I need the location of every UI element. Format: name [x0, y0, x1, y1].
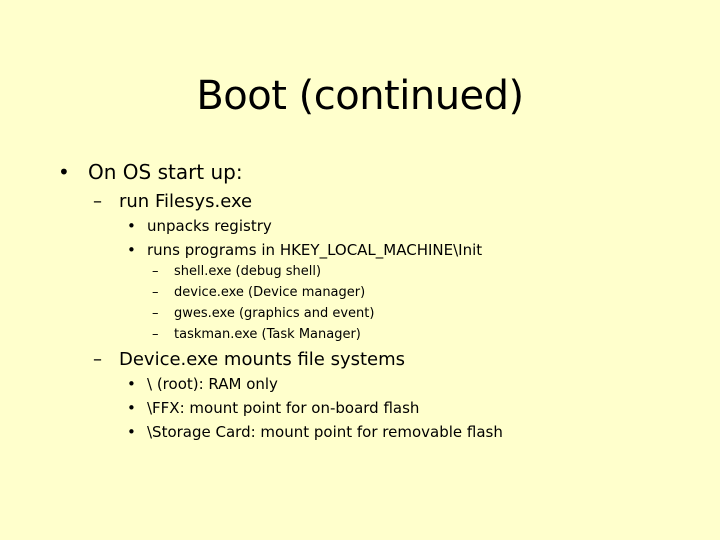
dash-marker: – [152, 306, 159, 321]
dash-marker: – [152, 327, 159, 342]
bullet-item-level4: – device.exe (Device manager) [152, 284, 366, 302]
bullet-marker: • [127, 217, 136, 235]
dash-marker: – [93, 349, 102, 370]
bullet-item-level2: – Device.exe mounts file systems [93, 348, 406, 372]
dash-marker: – [93, 191, 102, 212]
bullet-item-level2: – run Filesys.exe [93, 190, 253, 214]
bullet-marker: • [127, 241, 136, 259]
bullet-text: runs programs in HKEY_LOCAL_MACHINE\Init [147, 241, 483, 259]
dash-marker: – [152, 264, 159, 279]
bullet-item-level3: • runs programs in HKEY_LOCAL_MACHINE\In… [127, 240, 483, 260]
bullet-item-level3: • unpacks registry [127, 216, 272, 236]
bullet-text: Device.exe mounts file systems [119, 349, 406, 370]
bullet-item-level4: – shell.exe (debug shell) [152, 263, 322, 281]
bullet-marker: • [127, 423, 136, 441]
bullet-item-level4: – taskman.exe (Task Manager) [152, 326, 361, 344]
bullet-text: gwes.exe (graphics and event) [174, 306, 375, 321]
slide-title: Boot (continued) [196, 73, 524, 119]
bullet-text: On OS start up: [88, 160, 243, 184]
bullet-text: unpacks registry [147, 217, 272, 235]
bullet-item-level3: • \ (root): RAM only [127, 374, 278, 394]
bullet-item-level3: • \Storage Card: mount point for removab… [127, 422, 503, 442]
slide: Boot (continued) • On OS start up: – run… [0, 0, 720, 540]
bullet-item-level3: • \FFX: mount point for on-board flash [127, 398, 420, 418]
bullet-text: \ (root): RAM only [147, 375, 278, 393]
bullet-text: shell.exe (debug shell) [174, 264, 322, 279]
bullet-text: taskman.exe (Task Manager) [174, 327, 361, 342]
bullet-marker: • [127, 375, 136, 393]
bullet-text: run Filesys.exe [119, 191, 253, 212]
bullet-item-level4: – gwes.exe (graphics and event) [152, 305, 375, 323]
bullet-text: \Storage Card: mount point for removable… [147, 423, 503, 441]
bullet-text: \FFX: mount point for on-board flash [147, 399, 420, 417]
bullet-marker: • [127, 399, 136, 417]
dash-marker: – [152, 285, 159, 300]
bullet-text: device.exe (Device manager) [174, 285, 366, 300]
bullet-marker: • [58, 160, 70, 184]
bullet-item-level1: • On OS start up: [58, 159, 243, 185]
